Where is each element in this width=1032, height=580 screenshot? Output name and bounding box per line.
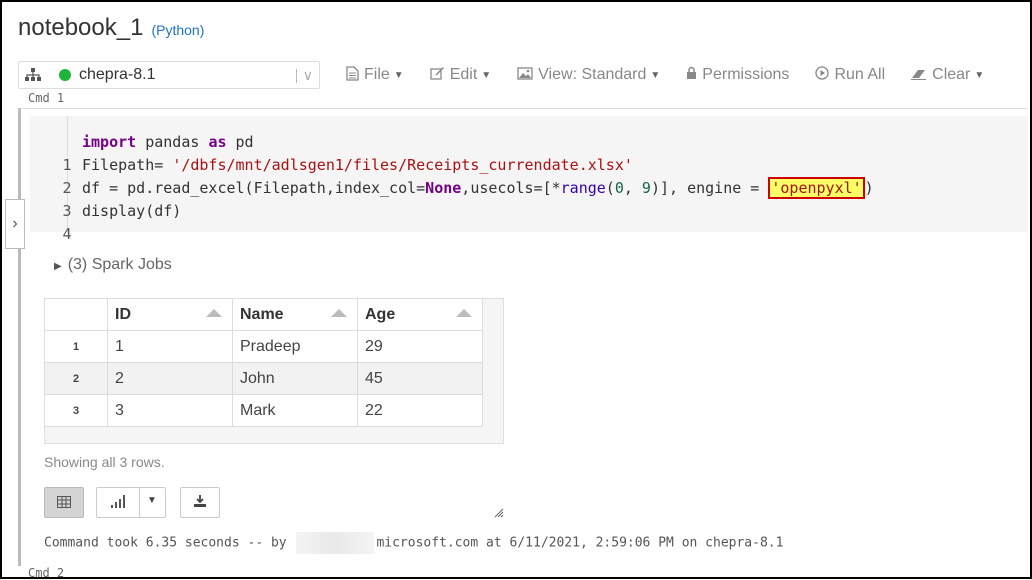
spark-jobs-toggle[interactable]: ▶ (3) Spark Jobs: [54, 256, 172, 274]
result-table: ID Name Age 1 1 Pradeep 29 2 2 John 45 3…: [44, 298, 483, 427]
sort-icon[interactable]: [456, 309, 472, 317]
edit-menu[interactable]: Edit ▼: [430, 66, 491, 84]
eraser-icon: [911, 67, 927, 84]
code-line-3: 3 df = pd.read_excel(Filepath,index_col=N…: [30, 177, 1020, 220]
cluster-status-dot: [59, 69, 71, 81]
command-took-text: Command took 6.35 seconds -- by microsof…: [44, 532, 783, 554]
edit-label: Edit: [449, 66, 478, 83]
file-label: File: [364, 66, 390, 83]
cell-name: Mark: [232, 394, 358, 427]
header-label: ID: [115, 305, 131, 323]
code-text: ,usecols=[*: [461, 179, 561, 197]
code-text: (: [605, 179, 615, 197]
view-label: View: Standard: [538, 66, 647, 83]
code-line-4: 4 display(df): [30, 200, 1020, 243]
cell-name: Pradeep: [232, 330, 358, 363]
cell-age: 45: [357, 362, 483, 395]
cell-id: 1: [107, 330, 233, 363]
column-header-id[interactable]: ID: [107, 298, 233, 331]
cell-name: John: [232, 362, 358, 395]
spark-jobs-label: (3) Spark Jobs: [67, 256, 172, 273]
cmd-1-label: Cmd 1: [28, 91, 65, 105]
number: 0: [614, 179, 624, 197]
chart-view-button[interactable]: ▼: [96, 487, 166, 518]
permissions-button[interactable]: Permissions: [686, 66, 789, 84]
code-text: pandas: [136, 133, 209, 151]
row-number: 1: [44, 330, 108, 363]
play-icon: [815, 66, 830, 84]
notebook-language[interactable]: (Python): [151, 22, 204, 38]
cluster-selector[interactable]: chepra-8.1 ∨: [18, 61, 320, 89]
row-number: 3: [44, 394, 108, 427]
code-text: df = pd.read_excel(Filepath,index_col=: [82, 179, 426, 197]
cluster-tree-icon: [25, 68, 41, 82]
lock-icon: [686, 66, 697, 84]
resize-handle-icon[interactable]: [494, 505, 504, 518]
code-text: pd: [226, 133, 254, 151]
cluster-name: chepra-8.1: [79, 66, 156, 83]
table-row: 3 3 Mark 22: [44, 394, 483, 427]
cell-id: 3: [107, 394, 233, 427]
sort-icon[interactable]: [331, 309, 347, 317]
file-menu[interactable]: File ▼: [346, 65, 404, 85]
engine-highlight: 'openpyxl': [768, 177, 865, 199]
sort-icon[interactable]: [206, 309, 222, 317]
download-button[interactable]: [180, 487, 220, 518]
file-icon: [346, 65, 359, 85]
chevron-right-icon[interactable]: ›: [5, 199, 25, 249]
command-took-prefix: Command took 6.35 seconds -- by: [44, 535, 295, 551]
caret-right-icon: ▶: [54, 261, 62, 272]
table-view-button[interactable]: [44, 487, 84, 518]
column-header-name[interactable]: Name: [232, 298, 358, 331]
bar-chart-icon: [111, 494, 127, 511]
row-number-header: [44, 298, 108, 331]
code-line-2: 2 Filepath= '/dbfs/mnt/adlsgen1/files/Rec…: [30, 154, 1020, 197]
code-text: display(df): [82, 202, 182, 220]
keyword: None: [425, 179, 462, 197]
notebook-toolbar: chepra-8.1 ∨ File ▼ Edit ▼ View: Standard ▼…: [18, 61, 984, 89]
table-icon: [57, 495, 71, 511]
header-label: Name: [240, 305, 284, 323]
title-row: notebook_1 (Python): [18, 14, 204, 42]
edit-icon: [430, 66, 445, 84]
code-text: Filepath=: [82, 156, 173, 174]
code-text: ): [864, 179, 874, 197]
image-icon: [517, 66, 533, 84]
cmd-2-label: Cmd 2: [28, 566, 65, 580]
header-label: Age: [365, 305, 396, 323]
builtin: range: [560, 179, 606, 197]
row-number: 2: [44, 362, 108, 395]
cell-age: 22: [357, 394, 483, 427]
download-icon: [193, 494, 207, 511]
string-literal: '/dbfs/mnt/adlsgen1/files/Receipts_curre…: [172, 156, 633, 174]
rows-summary: Showing all 3 rows.: [44, 454, 165, 470]
clear-label: Clear: [932, 66, 971, 83]
code-text: )], engine =: [650, 179, 769, 197]
command-took-suffix: microsoft.com at 6/11/2021, 2:59:06 PM o…: [376, 535, 784, 551]
line-number: 4: [62, 225, 72, 243]
redacted-username: [296, 532, 375, 554]
chevron-down-icon[interactable]: ∨: [295, 67, 313, 84]
number: 9: [641, 179, 651, 197]
cell-age: 29: [357, 330, 483, 363]
keyword: import: [82, 133, 137, 151]
keyword: as: [208, 133, 227, 151]
table-row: 1 1 Pradeep 29: [44, 330, 483, 363]
view-menu[interactable]: View: Standard ▼: [517, 66, 660, 84]
permissions-label: Permissions: [702, 66, 790, 83]
code-text: ,: [623, 179, 642, 197]
column-header-age[interactable]: Age: [357, 298, 483, 331]
cell-id: 2: [107, 362, 233, 395]
run-all-label: Run All: [834, 66, 886, 83]
clear-menu[interactable]: Clear ▼: [911, 66, 984, 84]
run-all-button[interactable]: Run All: [815, 66, 885, 84]
table-row: 2 2 John 45: [44, 362, 483, 395]
code-line-1: 1 import pandas as pd: [30, 131, 1020, 174]
notebook-title[interactable]: notebook_1: [18, 14, 143, 42]
chevron-down-icon[interactable]: ▼: [147, 495, 157, 506]
